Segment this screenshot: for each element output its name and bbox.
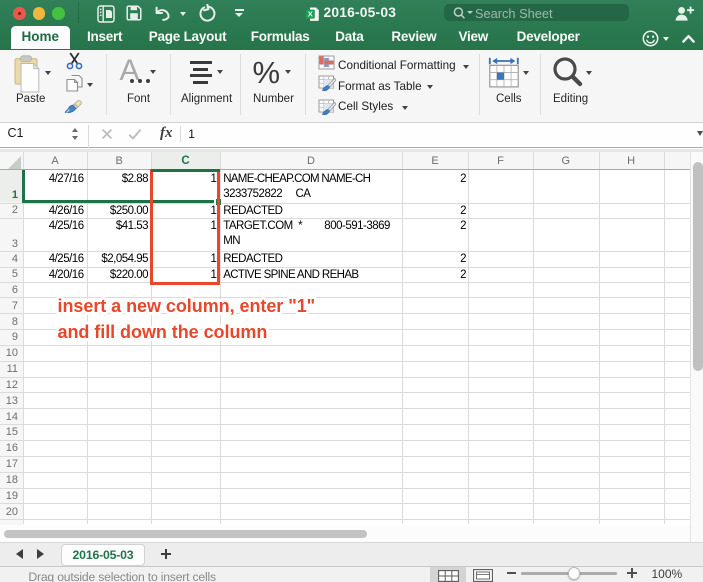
svg-text:X: X — [308, 9, 313, 18]
